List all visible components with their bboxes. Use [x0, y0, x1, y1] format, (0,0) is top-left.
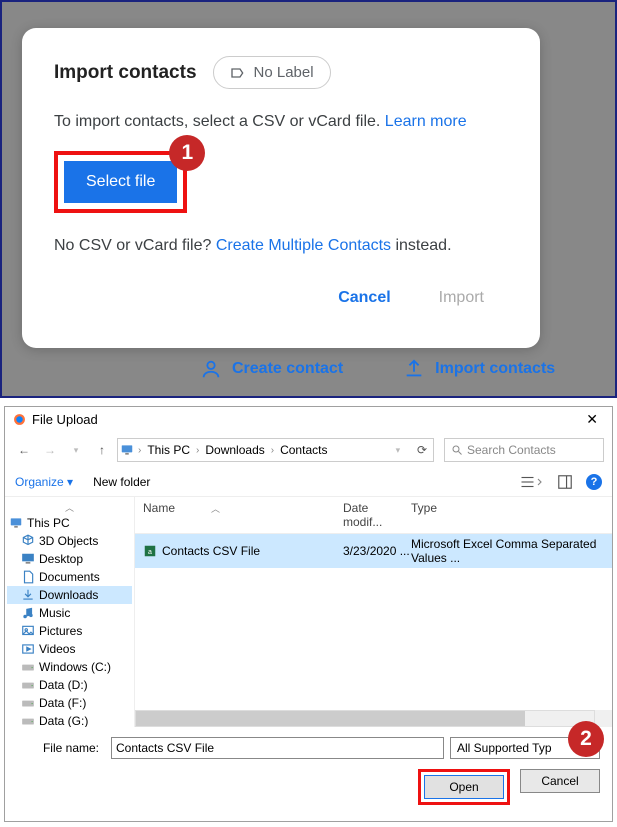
modal-import-button: Import: [439, 289, 484, 307]
tree-item[interactable]: Documents: [7, 568, 132, 586]
path-seg-1[interactable]: Downloads: [203, 443, 266, 457]
search-box[interactable]: Search Contacts: [444, 438, 604, 462]
learn-more-link[interactable]: Learn more: [385, 113, 467, 130]
tree-item-label: Documents: [39, 570, 100, 584]
modal-description-text: To import contacts, select a CSV or vCar…: [54, 113, 385, 130]
tree-item[interactable]: This PC: [7, 514, 132, 532]
h-scrollbar[interactable]: [135, 710, 612, 727]
path-seg-2[interactable]: Contacts: [278, 443, 329, 457]
address-dropdown[interactable]: ▾: [387, 439, 409, 461]
col-type[interactable]: Type: [411, 501, 604, 529]
file-upload-dialog: File Upload ✕ ← → ▾ ↑ › This PC › Downlo…: [4, 406, 613, 822]
tree-item-label: Data (D:): [39, 678, 88, 692]
tree-item[interactable]: Data (G:): [7, 712, 132, 727]
col-date[interactable]: Date modif...: [343, 501, 411, 529]
tree-item[interactable]: Videos: [7, 640, 132, 658]
open-button[interactable]: Open: [424, 775, 504, 799]
tree-item-label: Data (F:): [39, 696, 86, 710]
tree-item-label: Pictures: [39, 624, 82, 638]
up-button[interactable]: ↑: [91, 439, 113, 461]
import-contacts-label: Import contacts: [435, 360, 555, 378]
forward-button: →: [39, 439, 61, 461]
file-date: 3/23/2020 ...: [343, 544, 411, 558]
tree-item-label: This PC: [27, 516, 70, 530]
alt-post: instead.: [391, 237, 451, 254]
contacts-app-backdrop: Import contacts No Label To import conta…: [0, 0, 617, 398]
open-button-highlight: Open: [418, 769, 510, 805]
file-name: Contacts CSV File: [162, 544, 260, 558]
help-icon[interactable]: ?: [586, 474, 602, 490]
step-marker-1: 1: [169, 135, 205, 171]
modal-description: To import contacts, select a CSV or vCar…: [54, 113, 508, 131]
firefox-icon: [13, 413, 26, 426]
tree-item[interactable]: Desktop: [7, 550, 132, 568]
tree-item[interactable]: Data (D:): [7, 676, 132, 694]
file-type: Microsoft Excel Comma Separated Values .…: [411, 537, 604, 565]
tree-item-label: Downloads: [39, 588, 98, 602]
recent-button[interactable]: ▾: [65, 439, 87, 461]
tree-item-label: 3D Objects: [39, 534, 98, 548]
refresh-icon[interactable]: ⟳: [413, 443, 431, 457]
preview-pane-icon[interactable]: [558, 475, 572, 489]
filename-input[interactable]: [111, 737, 444, 759]
view-list-icon[interactable]: [520, 475, 544, 489]
filename-label: File name:: [17, 741, 105, 755]
import-contacts-modal: Import contacts No Label To import conta…: [22, 28, 540, 348]
folder-tree[interactable]: ︿ This PC 3D Objects Desktop Documents Downl…: [5, 497, 135, 727]
import-contacts-action[interactable]: Import contacts: [403, 358, 555, 380]
path-seg-0[interactable]: This PC: [145, 443, 192, 457]
select-file-highlight: Select file: [54, 151, 187, 213]
address-bar[interactable]: › This PC › Downloads › Contacts ▾ ⟳: [117, 438, 434, 462]
label-icon: [230, 65, 246, 81]
cancel-button[interactable]: Cancel: [520, 769, 600, 793]
tree-item-label: Data (G:): [39, 714, 88, 727]
search-placeholder: Search Contacts: [467, 443, 556, 457]
new-folder-button[interactable]: New folder: [93, 475, 150, 489]
tree-item[interactable]: Pictures: [7, 622, 132, 640]
tree-item-label: Windows (C:): [39, 660, 111, 674]
alt-pre: No CSV or vCard file?: [54, 237, 216, 254]
close-icon[interactable]: ✕: [580, 411, 604, 428]
modal-title: Import contacts: [54, 62, 197, 84]
tree-item[interactable]: Windows (C:): [7, 658, 132, 676]
tree-item[interactable]: Downloads: [7, 586, 132, 604]
back-button[interactable]: ←: [13, 439, 35, 461]
tree-item-label: Desktop: [39, 552, 83, 566]
tree-scroll-up[interactable]: ︿: [7, 501, 132, 514]
alternative-line: No CSV or vCard file? Create Multiple Co…: [54, 237, 508, 255]
tree-item-label: Videos: [39, 642, 75, 656]
file-row[interactable]: a Contacts CSV File 3/23/2020 ...Microsoft…: [135, 534, 612, 568]
person-icon: [200, 358, 222, 380]
select-file-button[interactable]: Select file: [64, 161, 177, 203]
search-icon: [451, 444, 463, 456]
organize-button[interactable]: Organize ▾: [15, 475, 73, 489]
pc-icon: [120, 443, 134, 457]
no-label-text: No Label: [254, 64, 314, 81]
upload-icon: [403, 358, 425, 380]
tree-item-label: Music: [39, 606, 70, 620]
dialog-title: File Upload: [32, 412, 98, 427]
create-contact-label: Create contact: [232, 360, 343, 378]
tree-item[interactable]: 3D Objects: [7, 532, 132, 550]
create-multiple-contacts-link[interactable]: Create Multiple Contacts: [216, 237, 391, 254]
create-contact-action[interactable]: Create contact: [200, 358, 343, 380]
modal-cancel-button[interactable]: Cancel: [338, 289, 390, 307]
excel-icon: a: [143, 544, 157, 558]
tree-item[interactable]: Data (F:): [7, 694, 132, 712]
tree-item[interactable]: Music: [7, 604, 132, 622]
step-marker-2: 2: [568, 721, 604, 757]
column-headers[interactable]: Name︿ Date modif... Type: [135, 497, 612, 534]
svg-text:a: a: [148, 549, 152, 556]
col-name[interactable]: Name: [143, 501, 175, 515]
no-label-chip[interactable]: No Label: [213, 56, 331, 89]
file-type-text: All Supported Typ: [457, 741, 552, 755]
